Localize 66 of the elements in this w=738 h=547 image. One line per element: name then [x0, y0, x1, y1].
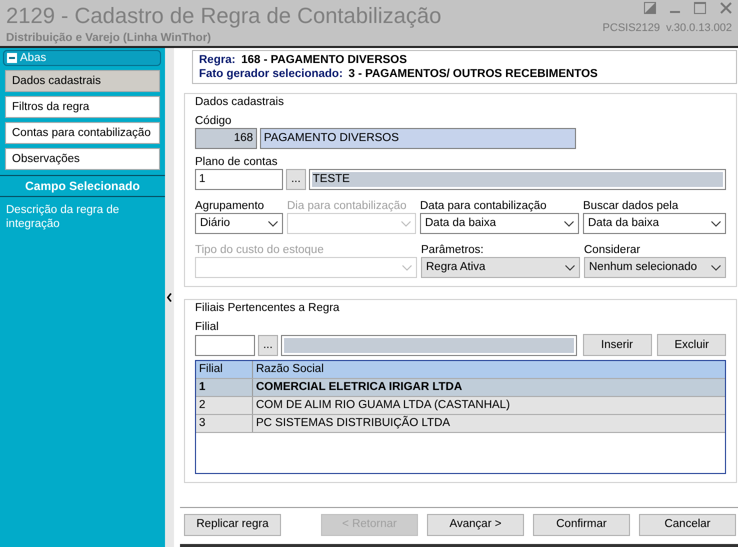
window-subtitle: Distribuição e Varejo (Linha WinThor) — [6, 31, 212, 46]
field-label: Tipo do custo do estoque — [195, 243, 325, 257]
header-value: 168 - PAGAMENTO DIVERSOS — [241, 53, 407, 67]
field-label: Filial — [195, 320, 220, 334]
chevron-down-icon — [564, 220, 574, 226]
table-cell: 1 — [196, 379, 253, 396]
close-icon[interactable] — [720, 2, 732, 14]
field-label: Considerar — [584, 243, 642, 257]
header-value: 3 - PAGAMENTOS/ OUTROS RECEBIMENTOS — [348, 67, 598, 81]
header-label: Fato gerador selecionado: — [199, 67, 343, 81]
chevron-down-icon — [268, 220, 278, 226]
header-label: Regra: — [199, 53, 236, 67]
dropdown-field[interactable]: Regra Ativa — [421, 257, 580, 278]
action-button[interactable]: Inserir — [582, 334, 652, 356]
footer-button[interactable]: Replicar regra — [184, 514, 281, 536]
version-label: PCSIS2129 v.30.0.13.002 — [602, 20, 732, 36]
table-row[interactable]: 1 COMERCIAL ELETRICA IRIGAR LTDA — [196, 379, 726, 398]
dropdown-field[interactable]: Data da baixa — [420, 213, 579, 234]
table-cell-text: COMERCIAL ELETRICA IRIGAR LTDA — [255, 380, 464, 396]
field-label: Dia para contabilização — [287, 199, 408, 213]
field-label: Buscar dados pela — [583, 199, 680, 213]
action-button[interactable]: Excluir — [657, 334, 726, 356]
account-name-field[interactable]: TESTE — [308, 169, 726, 190]
chevron-down-icon — [402, 264, 412, 270]
footer-button[interactable]: Avançar > — [427, 514, 524, 536]
maximize-icon[interactable] — [694, 2, 706, 14]
table-row[interactable]: 3 PC SISTEMAS DISTRIBUIÇÃO LTDA — [196, 415, 726, 434]
table-cell: 2 — [196, 397, 253, 414]
chevron-down-icon — [711, 264, 722, 270]
field-label: Agrupamento — [195, 199, 266, 213]
account-field[interactable]: 1 — [195, 169, 283, 190]
column-header[interactable]: Filial — [196, 361, 253, 378]
lookup-button[interactable]: ... — [258, 334, 278, 356]
field-label: Parâmetros: — [421, 243, 485, 257]
sidebar-group-label: Abas — [20, 51, 46, 65]
footer-button[interactable]: Cancelar — [639, 514, 736, 536]
field-label: Data para contabilização — [420, 199, 548, 213]
restore-icon[interactable] — [644, 2, 656, 14]
description-field[interactable]: PAGAMENTO DIVERSOS — [260, 128, 576, 150]
sidebar-item[interactable]: Contas para contabilização — [5, 122, 160, 144]
chevron-down-icon — [565, 264, 575, 270]
dropdown-field[interactable]: Data da baixa — [583, 213, 726, 234]
sidebar-item[interactable]: Observações — [5, 148, 160, 170]
window-title: 2129 - Cadastro de Regra de Contabilização — [6, 2, 442, 30]
table-cell-text: PC SISTEMAS DISTRIBUIÇÃO LTDA — [255, 415, 452, 432]
chevron-down-icon — [401, 220, 411, 226]
table-cell: 3 — [196, 415, 253, 432]
branch-name-field[interactable] — [280, 334, 577, 356]
column-header[interactable]: Razão Social — [253, 361, 726, 378]
collapse-icon[interactable] — [7, 53, 17, 63]
chevron-down-icon — [711, 220, 722, 226]
section-title: Campo Selecionado — [0, 175, 165, 197]
table-row[interactable]: 2 COM DE ALIM RIO GUAMA LTDA (CASTANHAL) — [196, 397, 726, 416]
group-legend: Filiais Pertencentes a Regra — [195, 301, 342, 315]
code-field[interactable]: 168 — [195, 128, 257, 150]
field-label: Código — [195, 114, 232, 128]
branch-field[interactable] — [195, 334, 255, 356]
table-cell-text: COM DE ALIM RIO GUAMA LTDA (CASTANHAL) — [255, 398, 511, 414]
field-description: Descrição da regra de integração — [5, 203, 120, 232]
dropdown-field[interactable]: Diário — [195, 213, 283, 234]
field-label: Plano de contas — [195, 155, 278, 169]
sidebar-item[interactable]: Filtros da regra — [5, 96, 160, 118]
dropdown-field[interactable]: Nenhum selecionado — [584, 257, 726, 278]
footer-button[interactable]: Confirmar — [533, 514, 630, 536]
lookup-button[interactable]: ... — [286, 169, 306, 190]
sidebar-item[interactable]: Dados cadastrais — [5, 70, 160, 92]
